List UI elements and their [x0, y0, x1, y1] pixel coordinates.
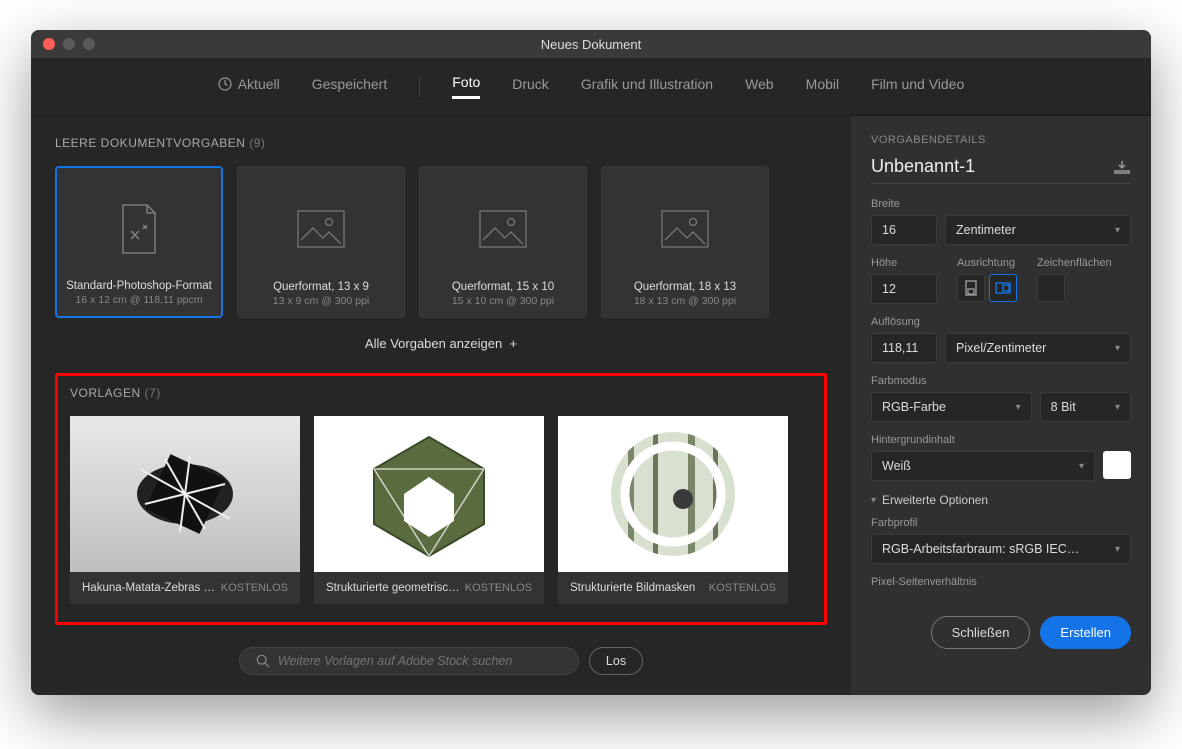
preset-card[interactable]: Querformat, 13 x 9 13 x 9 cm @ 300 ppi: [237, 166, 405, 318]
template-thumbnail: [359, 429, 499, 559]
close-window-button[interactable]: [43, 38, 55, 50]
templates-heading: VORLAGEN (7): [70, 386, 812, 400]
profile-label: Farbprofil: [871, 517, 1131, 529]
tab-film[interactable]: Film und Video: [871, 76, 964, 98]
tab-photo[interactable]: Foto: [452, 74, 480, 99]
details-panel: VORGABENDETAILS Unbenannt-1 Breite Zenti…: [851, 116, 1151, 695]
resolution-unit-select[interactable]: Pixel/Zentimeter▾: [945, 333, 1131, 363]
orientation-landscape[interactable]: [989, 274, 1017, 302]
template-thumbnail: [598, 424, 748, 564]
tab-print[interactable]: Druck: [512, 76, 549, 98]
resolution-label: Auflösung: [871, 316, 1131, 328]
template-card[interactable]: Hakuna-Matata-Zebras –…KOSTENLOS: [70, 416, 300, 604]
template-card[interactable]: Strukturierte geometrisch…KOSTENLOS: [314, 416, 544, 604]
tab-mobile[interactable]: Mobil: [806, 76, 839, 98]
resolution-input[interactable]: [871, 333, 937, 363]
minimize-window-button[interactable]: [63, 38, 75, 50]
save-preset-icon[interactable]: [1113, 160, 1131, 174]
template-grid: Hakuna-Matata-Zebras –…KOSTENLOS Struktu…: [70, 416, 812, 604]
colormode-label: Farbmodus: [871, 375, 1131, 387]
search-go-button[interactable]: Los: [589, 647, 643, 675]
separator: [419, 77, 420, 97]
orientation-label: Ausrichtung: [957, 257, 1017, 269]
bg-color-swatch[interactable]: [1103, 451, 1131, 479]
templates-section: VORLAGEN (7): [55, 373, 827, 625]
height-input[interactable]: [871, 274, 937, 304]
tab-saved[interactable]: Gespeichert: [312, 76, 387, 98]
tab-web[interactable]: Web: [745, 76, 774, 98]
width-input[interactable]: [871, 215, 937, 245]
document-name[interactable]: Unbenannt-1: [871, 156, 975, 177]
landscape-icon: [479, 210, 527, 248]
search-icon: [256, 654, 270, 668]
unit-select[interactable]: Zentimeter▾: [945, 215, 1131, 245]
maximize-window-button[interactable]: [83, 38, 95, 50]
artboards-checkbox[interactable]: [1037, 274, 1065, 302]
create-button[interactable]: Erstellen: [1040, 616, 1131, 649]
search-input[interactable]: [278, 654, 562, 668]
bg-select[interactable]: Weiß▾: [871, 451, 1095, 481]
window-controls: [31, 38, 95, 50]
titlebar: Neues Dokument: [31, 30, 1151, 58]
new-document-dialog: Neues Dokument Aktuell Gespeichert Foto …: [31, 30, 1151, 695]
preset-card[interactable]: Standard-Photoshop-Format 16 x 12 cm @ 1…: [55, 166, 223, 318]
preset-card[interactable]: Querformat, 18 x 13 18 x 13 cm @ 300 ppi: [601, 166, 769, 318]
tab-recent[interactable]: Aktuell: [218, 76, 280, 98]
clock-icon: [218, 77, 232, 91]
advanced-toggle[interactable]: ▾Erweiterte Optionen: [871, 493, 1131, 507]
category-tabs: Aktuell Gespeichert Foto Druck Grafik un…: [31, 58, 1151, 116]
pixel-aspect-label: Pixel-Seitenverhältnis: [871, 576, 1131, 588]
search-input-wrap[interactable]: [239, 647, 579, 675]
stock-search: Los: [55, 647, 827, 675]
landscape-icon: [661, 210, 709, 248]
main-panel: LEERE DOKUMENTVORGABEN (9) Standard-Phot…: [31, 116, 851, 695]
height-label: Höhe: [871, 257, 937, 269]
template-thumbnail: [95, 434, 275, 554]
preset-grid: Standard-Photoshop-Format 16 x 12 cm @ 1…: [55, 166, 827, 318]
close-button[interactable]: Schließen: [931, 616, 1031, 649]
presets-heading: LEERE DOKUMENTVORGABEN (9): [55, 136, 827, 150]
tab-art[interactable]: Grafik und Illustration: [581, 76, 713, 98]
document-icon: [117, 203, 161, 255]
colormode-select[interactable]: RGB-Farbe▾: [871, 392, 1032, 422]
show-all-presets[interactable]: Alle Vorgaben anzeigen +: [55, 336, 827, 351]
details-heading: VORGABENDETAILS: [871, 134, 1131, 146]
window-title: Neues Dokument: [31, 37, 1151, 52]
preset-card[interactable]: Querformat, 15 x 10 15 x 10 cm @ 300 ppi: [419, 166, 587, 318]
landscape-icon: [297, 210, 345, 248]
bitdepth-select[interactable]: 8 Bit▾: [1040, 392, 1131, 422]
width-label: Breite: [871, 198, 1131, 210]
profile-select[interactable]: RGB-Arbeitsfarbraum: sRGB IEC6196…▾: [871, 534, 1131, 564]
orientation-portrait[interactable]: [957, 274, 985, 302]
template-card[interactable]: Strukturierte BildmaskenKOSTENLOS: [558, 416, 788, 604]
artboards-label: Zeichenflächen: [1037, 257, 1112, 269]
bg-label: Hintergrundinhalt: [871, 434, 1131, 446]
